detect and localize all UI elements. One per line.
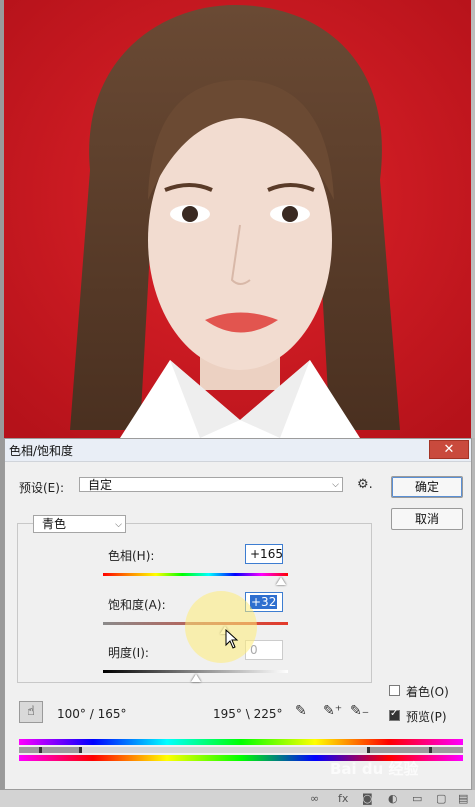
watermark: Bai du 经验 — [330, 760, 419, 778]
channel-dropdown[interactable]: 青色 ⌵ — [33, 515, 126, 533]
portrait-photo — [0, 0, 475, 438]
range-slider-bar[interactable] — [19, 747, 463, 753]
preview-label: 预览(P) — [406, 710, 447, 724]
ok-button[interactable]: 确定 — [391, 476, 463, 498]
lightness-label: 明度(I): — [108, 646, 149, 660]
preset-value: 自定 — [88, 478, 113, 492]
mouse-cursor-icon — [225, 629, 239, 649]
hue-label: 色相(H): — [108, 549, 155, 563]
cursor-highlight — [185, 591, 257, 663]
range-handle-inner-left[interactable] — [79, 747, 82, 753]
colorize-label: 着色(O) — [406, 685, 449, 699]
hue-slider-thumb[interactable] — [275, 577, 286, 585]
trash-icon[interactable]: ▤ — [458, 792, 468, 805]
targeted-adjustment-button[interactable]: ☝ — [19, 701, 43, 723]
channel-value: 青色 — [42, 517, 67, 531]
bottom-toolbar: ∞ fx ◙ ◐ ▭ ▢ ▤ — [0, 790, 475, 807]
close-button[interactable]: ✕ — [429, 440, 469, 459]
eyedropper-plus-icon[interactable]: ✎⁺ — [323, 703, 342, 719]
chevron-down-icon: ⌵ — [332, 480, 339, 490]
right-edge — [471, 0, 475, 438]
range-handle-outer-right[interactable] — [429, 747, 432, 753]
range-right-readout: 195° \ 225° — [213, 707, 283, 721]
lightness-slider-track[interactable] — [103, 670, 288, 673]
mask-icon[interactable]: ◙ — [362, 792, 373, 805]
cancel-button[interactable]: 取消 — [391, 508, 463, 530]
link-icon[interactable]: ∞ — [310, 792, 319, 805]
hue-value: +165 — [250, 547, 283, 561]
close-icon: ✕ — [443, 442, 455, 457]
chevron-down-icon: ⌵ — [115, 520, 122, 530]
hue-saturation-dialog: 色相/饱和度 ✕ 预设(E): 自定 ⌵ ⚙. 确定 取消 青色 ⌵ 色相(H)… — [4, 438, 472, 790]
folder-icon[interactable]: ▭ — [412, 792, 422, 805]
preset-label: 预设(E): — [19, 481, 64, 495]
hue-slider-track[interactable] — [103, 573, 288, 576]
saturation-label: 饱和度(A): — [108, 598, 166, 612]
dialog-title: 色相/饱和度 — [9, 444, 74, 458]
eyedropper-minus-icon[interactable]: ✎₋ — [350, 703, 369, 719]
range-left-readout: 100° / 165° — [57, 707, 127, 721]
preview-checkbox[interactable] — [389, 708, 400, 721]
fx-icon[interactable]: fx — [338, 792, 348, 805]
lightness-slider-thumb[interactable] — [190, 674, 201, 682]
eyedropper-icon[interactable]: ✎ — [295, 703, 307, 719]
saturation-value: +32 — [250, 595, 278, 609]
adjustment-icon[interactable]: ◐ — [388, 792, 398, 805]
range-handle-inner-right[interactable] — [367, 747, 370, 753]
new-layer-icon[interactable]: ▢ — [436, 792, 446, 805]
gear-icon[interactable]: ⚙. — [357, 477, 373, 492]
preset-dropdown[interactable]: 自定 ⌵ — [79, 477, 343, 492]
range-handle-outer-left[interactable] — [39, 747, 42, 753]
range-selection — [79, 747, 369, 753]
source-spectrum-bar — [19, 739, 463, 745]
colorize-checkbox[interactable] — [389, 685, 400, 696]
hand-icon: ☝ — [27, 704, 35, 719]
dialog-titlebar: 色相/饱和度 ✕ — [5, 439, 471, 462]
hue-input[interactable]: +165 — [245, 544, 283, 564]
